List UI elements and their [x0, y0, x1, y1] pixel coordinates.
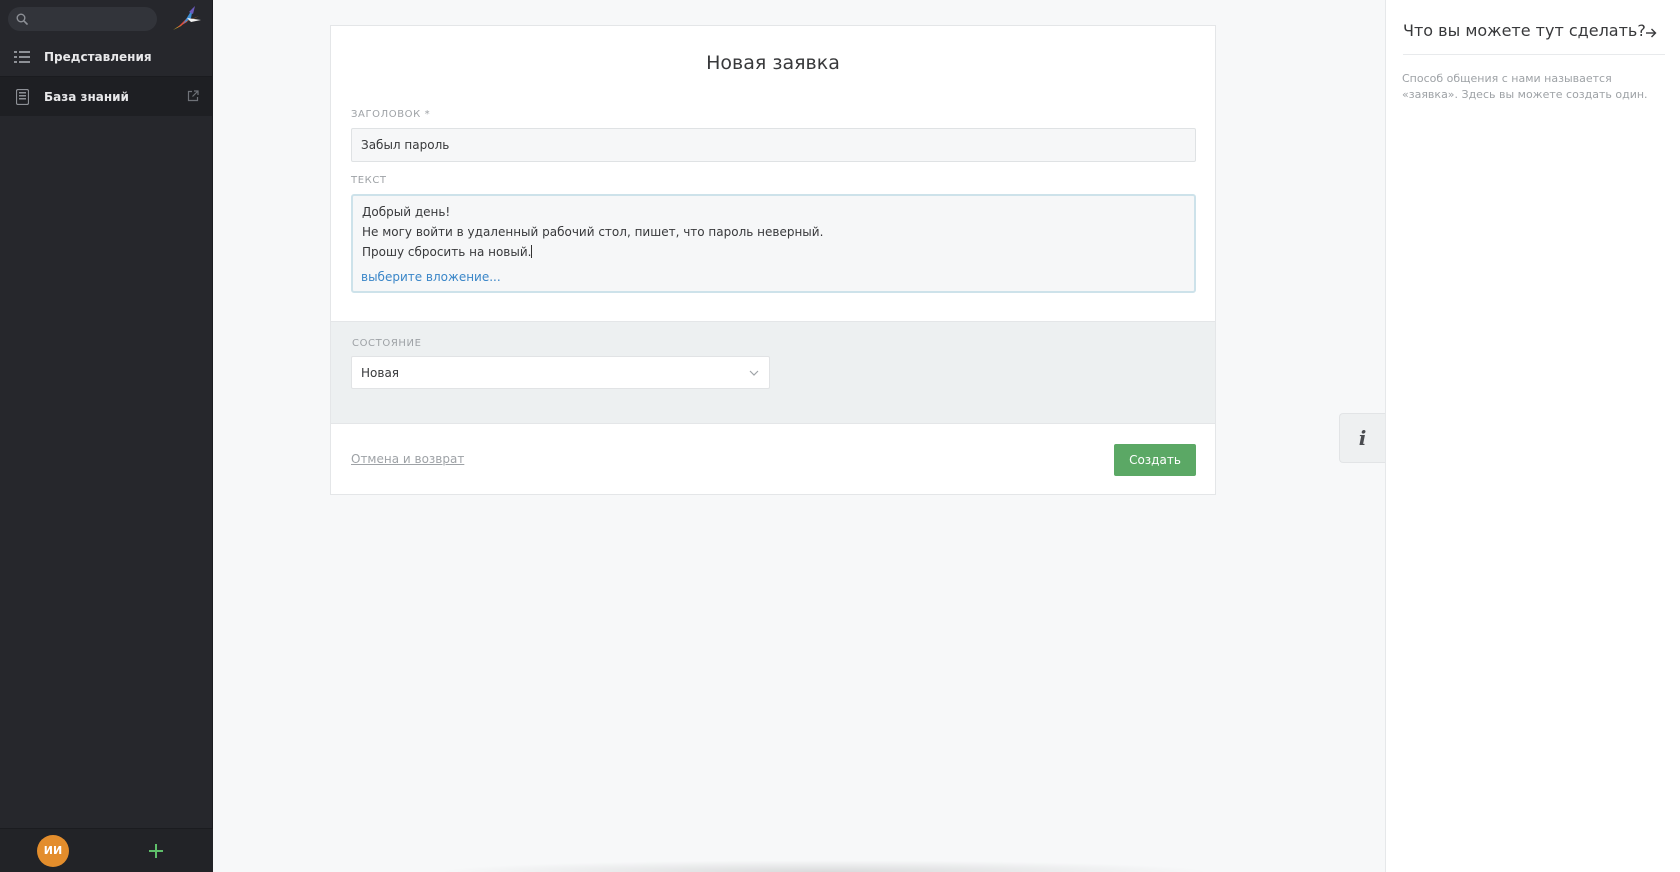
cancel-link[interactable]: Отмена и возврат: [351, 452, 464, 466]
sidebar-top: [0, 0, 212, 37]
sidebar: Представления База знаний ИИ: [0, 0, 213, 872]
add-button[interactable]: [144, 839, 168, 863]
sidebar-bottom: ИИ: [0, 828, 213, 872]
chevron-down-icon: [749, 370, 759, 376]
sidebar-item-label: Представления: [44, 49, 152, 64]
text-line: Добрый день!: [362, 205, 451, 219]
help-panel-header: Что вы можете тут сделать?: [1403, 21, 1665, 55]
help-panel-text: Способ общения с нами называется «заявка…: [1402, 72, 1648, 101]
external-link-icon[interactable]: [187, 90, 199, 105]
new-ticket-form: Новая заявка ЗАГОЛОВОК * ТЕКСТ Добрый де…: [330, 25, 1216, 495]
state-select-value: Новая: [361, 365, 400, 380]
sidebar-item-label: База знаний: [44, 89, 129, 104]
help-panel: Что вы можете тут сделать? Способ общени…: [1385, 0, 1680, 872]
text-field-label: ТЕКСТ: [351, 175, 387, 186]
create-button[interactable]: Создать: [1114, 444, 1196, 476]
plus-icon: [149, 843, 163, 858]
bottom-shadow: [434, 860, 1214, 872]
page-title: Новая заявка: [706, 52, 840, 74]
sidebar-item-views[interactable]: Представления: [0, 37, 212, 76]
book-icon: [14, 88, 30, 105]
avatar[interactable]: ИИ: [37, 834, 69, 867]
arrow-right-icon[interactable]: [1645, 24, 1657, 43]
search-input[interactable]: [34, 11, 154, 26]
title-field-label: ЗАГОЛОВОК *: [351, 109, 431, 120]
main-content: Новая заявка ЗАГОЛОВОК * ТЕКСТ Добрый де…: [214, 0, 1384, 872]
help-panel-title: Что вы можете тут сделать?: [1403, 21, 1646, 40]
text-line: Прошу сбросить на новый.: [362, 242, 1185, 262]
list-icon: [14, 49, 30, 65]
text-editor[interactable]: Добрый день! Не могу войти в удаленный р…: [351, 194, 1196, 293]
info-icon: i: [1358, 426, 1367, 450]
info-toggle-button[interactable]: i: [1339, 413, 1385, 463]
state-select[interactable]: Новая: [351, 356, 770, 389]
bird-logo-icon[interactable]: [169, 4, 203, 34]
state-section: СОСТОЯНИЕ Новая: [331, 321, 1215, 424]
text-line: Не могу войти в удаленный рабочий стол, …: [362, 225, 824, 239]
search-box[interactable]: [8, 6, 157, 31]
state-field-label: СОСТОЯНИЕ: [352, 338, 422, 349]
form-footer: Отмена и возврат Создать: [331, 424, 1215, 494]
search-icon: [16, 13, 28, 25]
sidebar-item-knowledge-base[interactable]: База знаний: [0, 77, 212, 116]
choose-attachment-link[interactable]: выберите вложение...: [361, 270, 501, 284]
title-input[interactable]: [351, 128, 1196, 162]
